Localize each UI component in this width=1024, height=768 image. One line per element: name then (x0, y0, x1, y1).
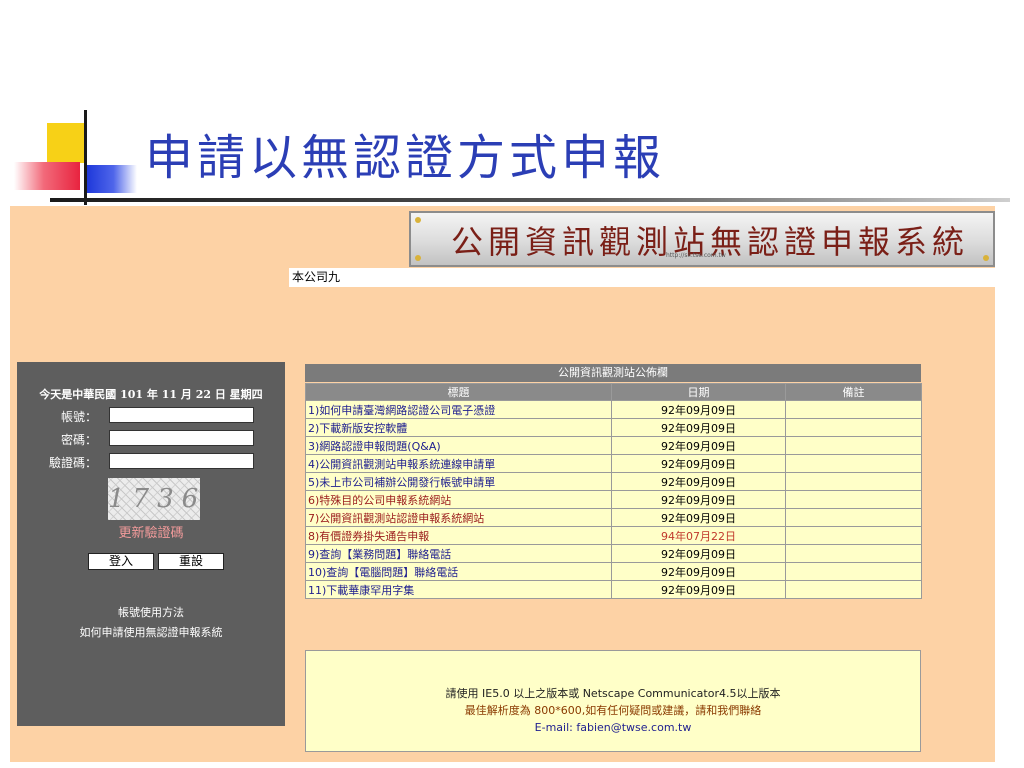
bulletin-date: 92年09月09日 (611, 544, 786, 563)
banner-rivet-icon (983, 255, 989, 261)
bulletin-note (785, 490, 922, 509)
bulletin-link[interactable]: 8)有價證券掛失通告申報 (305, 526, 612, 545)
slide-title: 申請以無認證方式申報 (145, 130, 666, 186)
captcha-input[interactable] (109, 453, 254, 469)
table-row: 3)網路認證申報問題(Q&A) 92年09月09日 (305, 436, 922, 455)
bulletin-link[interactable]: 3)網路認證申報問題(Q&A) (305, 436, 612, 455)
bulletin-link[interactable]: 6)特殊目的公司申報系統網站 (305, 490, 612, 509)
account-usage-link[interactable]: 帳號使用方法 (17, 604, 285, 620)
company-name-bar: 本公司九 (289, 268, 995, 287)
account-label: 帳號： (60, 410, 97, 424)
current-date: 今天是中華民國 101 年 11 月 22 日 星期四 (39, 388, 263, 401)
login-panel: 今天是中華民國 101 年 11 月 22 日 星期四 帳號： 密碼： 驗證碼：… (17, 362, 285, 726)
contact-email-link[interactable]: E-mail: fabien@twse.com.tw (306, 719, 920, 736)
bulletin-date: 92年09月09日 (611, 580, 786, 599)
apply-guide-link[interactable]: 如何申請使用無認證申報系統 (17, 624, 285, 640)
deco-blue-bar (85, 165, 137, 193)
bulletin-note (785, 472, 922, 491)
bulletin-date: 92年09月09日 (611, 418, 786, 437)
bulletin-footer: 請使用 IE5.0 以上之版本或 Netscape Communicator4.… (305, 650, 921, 752)
bulletin-note (785, 544, 922, 563)
captcha-image: 1736 (108, 478, 200, 520)
column-header-title: 標題 (305, 383, 612, 401)
bulletin-link[interactable]: 4)公開資訊觀測站申報系統連線申請單 (305, 454, 612, 473)
column-header-note: 備註 (785, 383, 922, 401)
table-row: 5)未上市公司補辦公開發行帳號申請單 92年09月09日 (305, 472, 922, 491)
column-header-date: 日期 (611, 383, 786, 401)
bulletin-date: 92年09月09日 (611, 562, 786, 581)
banner-rivet-icon (415, 255, 421, 261)
system-banner: 公開資訊觀測站無認證申報系統 http://sii.tse.com.tw (409, 211, 995, 267)
account-input[interactable] (109, 407, 254, 423)
bulletin-link[interactable]: 7)公開資訊觀測站認證申報系統網站 (305, 508, 612, 527)
deco-vertical-line (84, 110, 87, 205)
bulletin-link[interactable]: 1)如何申請臺灣網路認證公司電子憑證 (305, 400, 612, 419)
bulletin-link[interactable]: 2)下載新版安控軟體 (305, 418, 612, 437)
table-row: 6)特殊目的公司申報系統網站 92年09月09日 (305, 490, 922, 509)
bulletin-note (785, 418, 922, 437)
captcha-label: 驗證碼： (48, 456, 97, 470)
reset-button[interactable]: 重設 (158, 553, 224, 570)
bulletin-date: 94年07月22日 (611, 526, 786, 545)
deco-horizontal-line (50, 198, 1010, 202)
table-header-row: 標題 日期 備註 (305, 383, 922, 401)
browser-notice: 請使用 IE5.0 以上之版本或 Netscape Communicator4.… (445, 687, 781, 700)
bulletin-link[interactable]: 5)未上市公司補辦公開發行帳號申請單 (305, 472, 612, 491)
bulletin-note (785, 526, 922, 545)
table-row: 1)如何申請臺灣網路認證公司電子憑證 92年09月09日 (305, 400, 922, 419)
banner-url: http://sii.tse.com.tw (666, 252, 726, 259)
bulletin-note (785, 436, 922, 455)
deco-yellow-square (47, 123, 87, 163)
bulletin-link[interactable]: 10)查詢【電腦問題】聯絡電話 (305, 562, 612, 581)
bulletin-date: 92年09月09日 (611, 400, 786, 419)
bulletin-date: 92年09月09日 (611, 472, 786, 491)
table-row: 2)下載新版安控軟體 92年09月09日 (305, 418, 922, 437)
deco-red-bar (14, 162, 80, 190)
bulletin-note (785, 400, 922, 419)
table-row: 11)下載華康罕用字集 92年09月09日 (305, 580, 922, 599)
bulletin-date: 92年09月09日 (611, 508, 786, 527)
banner-rivet-icon (415, 217, 421, 223)
bulletin-date: 92年09月09日 (611, 454, 786, 473)
table-row: 8)有價證券掛失通告申報 94年07月22日 (305, 526, 922, 545)
bulletin-board: 公開資訊觀測站公佈欄 標題 日期 備註 1)如何申請臺灣網路認證公司電子憑證 9… (305, 364, 922, 752)
table-row: 10)查詢【電腦問題】聯絡電話 92年09月09日 (305, 562, 922, 581)
password-label: 密碼： (60, 433, 97, 447)
bulletin-date: 92年09月09日 (611, 436, 786, 455)
bulletin-note (785, 580, 922, 599)
bulletin-note (785, 562, 922, 581)
bulletin-note (785, 454, 922, 473)
table-row: 7)公開資訊觀測站認證申報系統網站 92年09月09日 (305, 508, 922, 527)
bulletin-link[interactable]: 11)下載華康罕用字集 (305, 580, 612, 599)
bulletin-date: 92年09月09日 (611, 490, 786, 509)
table-row: 9)查詢【業務問題】聯絡電話 92年09月09日 (305, 544, 922, 563)
bulletin-note (785, 508, 922, 527)
password-input[interactable] (109, 430, 254, 446)
table-row: 4)公開資訊觀測站申報系統連線申請單 92年09月09日 (305, 454, 922, 473)
bulletin-header: 公開資訊觀測站公佈欄 (305, 364, 921, 382)
refresh-captcha-link[interactable]: 更新驗證碼 (17, 522, 285, 541)
bulletin-link[interactable]: 9)查詢【業務問題】聯絡電話 (305, 544, 612, 563)
bulletin-table: 標題 日期 備註 1)如何申請臺灣網路認證公司電子憑證 92年09月09日 2)… (305, 383, 922, 599)
login-button[interactable]: 登入 (88, 553, 154, 570)
resolution-notice: 最佳解析度為 800*600,如有任何疑問或建議，請和我們聯絡 (464, 704, 762, 717)
